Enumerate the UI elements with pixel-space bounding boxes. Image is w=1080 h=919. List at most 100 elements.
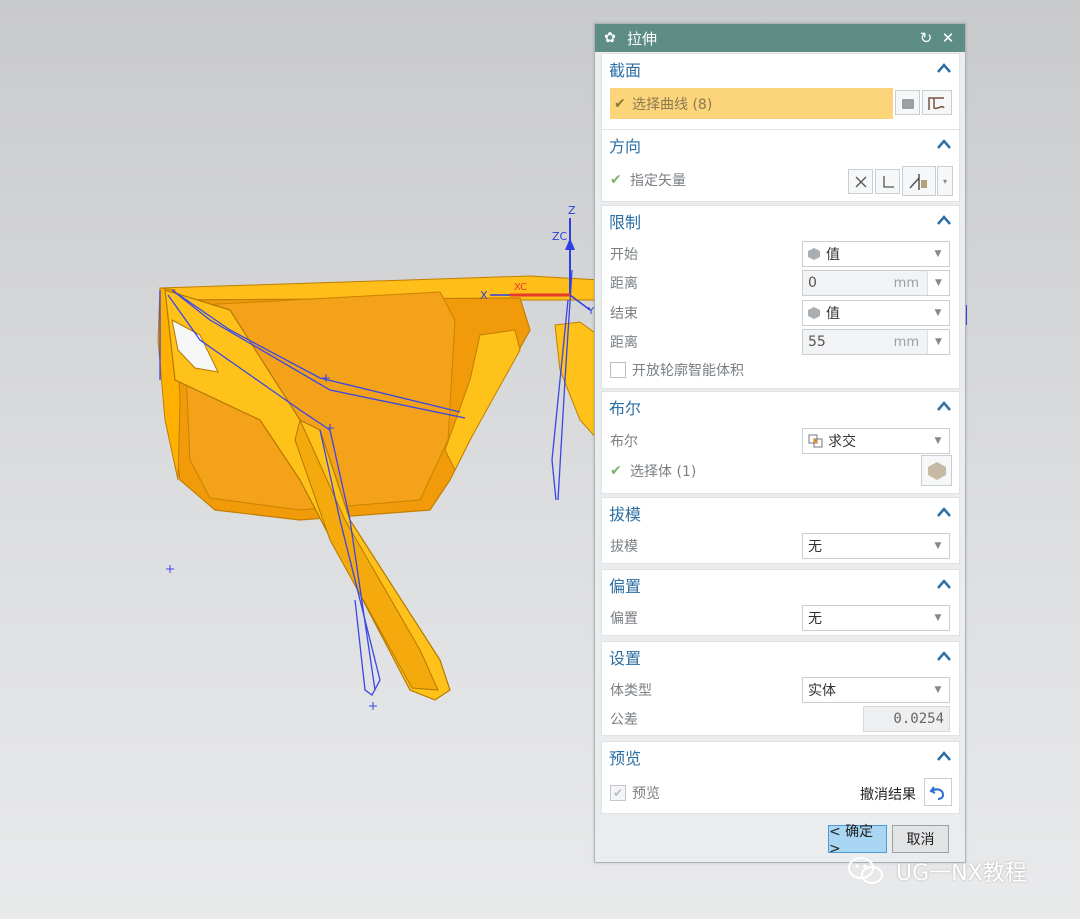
dialog-titlebar[interactable]: ✿ 拉伸 ↻ ✕ xyxy=(595,24,965,52)
select-body-button[interactable] xyxy=(921,455,952,486)
chevron-down-icon[interactable]: ▼ xyxy=(927,301,949,325)
cancel-button[interactable]: 取消 xyxy=(892,825,949,853)
offset-select[interactable]: 无 ▼ xyxy=(802,605,950,631)
gear-icon[interactable]: ✿ xyxy=(601,30,619,46)
boolean-label: 布尔 xyxy=(610,434,638,450)
direction-title: 方向 xyxy=(609,137,642,156)
axis-label-z: Z xyxy=(568,204,576,217)
inferred-vector-icon xyxy=(909,174,927,190)
offset-select-value: 无 xyxy=(808,611,822,627)
vector-dialog-button[interactable] xyxy=(875,169,900,194)
inferred-vector-button[interactable] xyxy=(902,166,936,196)
start-distance-unit: mm xyxy=(893,275,919,291)
body-type-select[interactable]: 实体 ▼ xyxy=(802,677,950,703)
curve-select-button[interactable] xyxy=(922,90,952,115)
select-curve-row[interactable]: ✔ 选择曲线 (8) xyxy=(610,88,893,119)
reverse-direction-button[interactable] xyxy=(848,169,873,194)
start-distance-label: 距离 xyxy=(610,276,638,292)
vector-dropdown-button[interactable]: ▾ xyxy=(937,166,953,196)
reset-icon[interactable]: ↻ xyxy=(915,29,937,47)
preview-header[interactable]: 预览 xyxy=(602,742,959,772)
draft-select-value: 无 xyxy=(808,539,822,555)
sketch-icon xyxy=(901,98,914,109)
select-curve-label: 选择曲线 (8) xyxy=(632,96,713,113)
section-title: 截面 xyxy=(609,61,642,80)
solid-body-icon xyxy=(927,461,946,480)
chevron-up-icon[interactable] xyxy=(935,648,953,666)
open-profile-label: 开放轮廓智能体积 xyxy=(632,363,744,379)
boolean-header[interactable]: 布尔 xyxy=(602,392,959,422)
vector-icon xyxy=(882,175,894,188)
sketch-section-button[interactable] xyxy=(895,90,920,115)
check-icon: ✔ xyxy=(614,95,626,112)
direction-panel: 方向 ✔ 指定矢量 ▾ xyxy=(601,129,960,202)
draft-label: 拔模 xyxy=(610,539,638,555)
section-header[interactable]: 截面 xyxy=(602,54,959,84)
value-icon xyxy=(808,307,820,319)
draft-select[interactable]: 无 ▼ xyxy=(802,533,950,559)
chevron-down-icon[interactable]: ▼ xyxy=(927,678,949,702)
start-distance-field[interactable]: 0 mm ▼ xyxy=(802,270,950,296)
axis-label-xc: XC xyxy=(514,282,527,293)
body-type-value: 实体 xyxy=(808,683,836,699)
end-label: 结束 xyxy=(610,306,638,322)
open-profile-checkbox[interactable] xyxy=(610,362,626,378)
start-select-value: 值 xyxy=(826,247,840,263)
reverse-icon xyxy=(855,176,866,187)
settings-title: 设置 xyxy=(609,649,642,668)
chevron-down-icon[interactable]: ▼ xyxy=(927,429,949,453)
offset-panel: 偏置 偏置 无 ▼ xyxy=(601,569,960,636)
chevron-up-icon[interactable] xyxy=(935,212,953,230)
draft-panel: 拔模 拔模 无 ▼ xyxy=(601,497,960,564)
chevron-up-icon[interactable] xyxy=(935,748,953,766)
specify-vector-label: 指定矢量 xyxy=(630,173,686,189)
chevron-up-icon[interactable] xyxy=(935,136,953,154)
start-select[interactable]: 值 ▼ xyxy=(802,241,950,267)
end-select-value: 值 xyxy=(826,306,840,322)
draft-header[interactable]: 拔模 xyxy=(602,498,959,528)
chevron-down-icon[interactable]: ▼ xyxy=(927,606,949,630)
chevron-up-icon[interactable] xyxy=(935,398,953,416)
start-distance-value: 0 xyxy=(808,275,817,291)
intersect-icon xyxy=(808,434,823,448)
nose-pad-right xyxy=(554,321,599,442)
select-body-label: 选择体 (1) xyxy=(630,464,697,480)
extrude-dialog[interactable]: ✿ 拉伸 ↻ ✕ 截面 ✔ 选择曲线 (8) 方向 ✔ 指定矢量 ▾ 限制 开始… xyxy=(594,23,966,863)
eyeglasses-model[interactable] xyxy=(157,269,601,710)
chevron-down-icon[interactable]: ▼ xyxy=(927,271,949,295)
preview-panel: 预览 ✔ 预览 撤消结果 xyxy=(601,741,960,814)
ok-button[interactable]: < 确定 > xyxy=(828,824,887,857)
undo-result-button[interactable] xyxy=(924,778,952,806)
end-distance-label: 距离 xyxy=(610,335,638,351)
end-select[interactable]: 值 ▼ xyxy=(802,300,950,326)
select-body-row[interactable]: ✔ 选择体 (1) xyxy=(602,457,959,485)
limits-title: 限制 xyxy=(609,213,642,232)
end-distance-field[interactable]: 55 mm ▼ xyxy=(802,329,950,355)
watermark: UG一NX教程 xyxy=(846,855,1027,887)
end-distance-unit: mm xyxy=(893,334,919,350)
curve-icon xyxy=(928,96,945,110)
settings-header[interactable]: 设置 xyxy=(602,642,959,672)
body-type-label: 体类型 xyxy=(610,683,652,699)
boolean-select[interactable]: 求交 ▼ xyxy=(802,428,950,454)
tolerance-field[interactable]: 0.0254 xyxy=(863,706,950,732)
boolean-panel: 布尔 布尔 求交 ▼ ✔ 选择体 (1) xyxy=(601,391,960,494)
undo-icon xyxy=(929,786,945,800)
chevron-up-icon[interactable] xyxy=(935,504,953,522)
open-profile-row[interactable]: 开放轮廓智能体积 xyxy=(602,356,959,384)
chevron-up-icon[interactable] xyxy=(935,60,953,78)
close-icon[interactable]: ✕ xyxy=(937,29,959,47)
chevron-down-icon[interactable]: ▼ xyxy=(927,330,949,354)
end-distance-value: 55 xyxy=(808,334,826,350)
undo-result-label: 撤消结果 xyxy=(860,787,916,803)
tolerance-value: 0.0254 xyxy=(893,711,944,727)
offset-header[interactable]: 偏置 xyxy=(602,570,959,600)
chevron-down-icon[interactable]: ▼ xyxy=(927,534,949,558)
chevron-down-icon[interactable]: ▼ xyxy=(927,242,949,266)
chevron-up-icon[interactable] xyxy=(935,576,953,594)
start-label: 开始 xyxy=(610,247,638,263)
preview-checkbox[interactable]: ✔ xyxy=(610,785,626,801)
draft-title: 拔模 xyxy=(609,505,642,524)
limits-header[interactable]: 限制 xyxy=(602,206,959,236)
direction-header[interactable]: 方向 xyxy=(602,130,959,160)
